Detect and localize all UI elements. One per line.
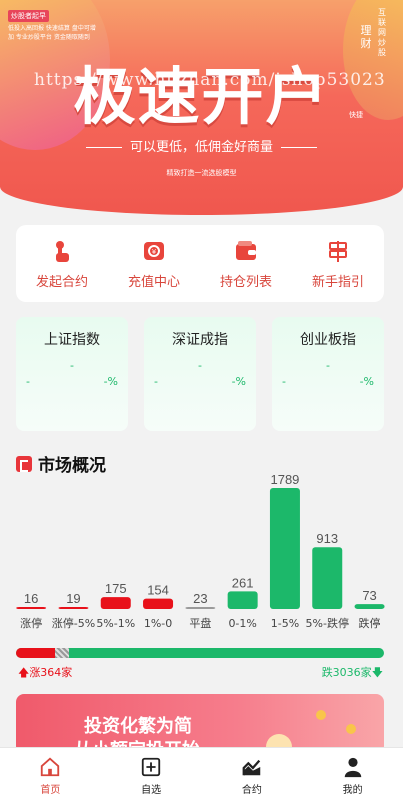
- category-label: 0-1%: [228, 617, 256, 630]
- chart-bar: [185, 607, 216, 609]
- index-change: -: [26, 375, 30, 388]
- hero-tag: 炒股者起早: [8, 10, 49, 22]
- nav-positions[interactable]: 持仓列表: [200, 225, 292, 302]
- index-name: 上证指数: [44, 332, 100, 348]
- nav-label: 新手指引: [311, 275, 364, 290]
- coin-decor: [316, 710, 326, 720]
- index-card-chinext[interactable]: 创业板指 - - -%: [272, 317, 384, 431]
- tab-label: 自选: [141, 785, 162, 796]
- tab-label: 我的: [342, 785, 363, 796]
- bar-value-label: 23: [193, 591, 207, 606]
- category-label: 涨停-5%: [52, 616, 95, 630]
- hero-vertical-text: 互联网炒股: [378, 8, 386, 57]
- index-name: 深证成指: [172, 332, 228, 348]
- chart-bar: [269, 488, 300, 609]
- nav-recharge[interactable]: ¥ 充值中心: [108, 225, 200, 302]
- watermark: https://www.huzhan.com/ishop53023: [34, 70, 386, 90]
- wallet-icon: [236, 241, 256, 260]
- hand-tap-icon: [56, 241, 69, 262]
- category-label: 5%-1%: [96, 617, 135, 630]
- index-change: -: [282, 375, 286, 388]
- index-name: 创业板指: [300, 332, 356, 348]
- bar-value-label: 16: [24, 591, 38, 606]
- bottom-tab-bar: 首页 自选 合约 我的: [0, 747, 403, 807]
- index-card-shanghai[interactable]: 上证指数 - - -%: [16, 317, 128, 431]
- index-cards: 上证指数 - - -% 深证成指 - - -% 创业板指 - - -%: [16, 317, 384, 431]
- tab-home[interactable]: 首页: [0, 748, 101, 807]
- banner-line1: 投资化繁为简: [84, 716, 192, 737]
- home-icon: [41, 757, 60, 777]
- tab-mine[interactable]: 我的: [302, 748, 403, 807]
- svg-text:¥: ¥: [152, 248, 157, 256]
- index-value: -: [326, 359, 330, 372]
- user-icon: [344, 757, 361, 778]
- signpost-icon: [329, 241, 347, 262]
- index-card-shenzhen[interactable]: 深证成指 - - -%: [144, 317, 256, 431]
- index-percent: -%: [103, 375, 118, 388]
- nav-guide[interactable]: 新手指引: [292, 225, 384, 302]
- chart-bar: [312, 547, 343, 609]
- arrow-down-icon: 🡇: [371, 666, 383, 679]
- hero-vertical-text: 快捷: [349, 111, 363, 119]
- chart-bar: [58, 607, 89, 609]
- category-label: 5%-跌停: [306, 616, 349, 630]
- category-label: 1-5%: [271, 617, 299, 630]
- rise-segment: [16, 648, 55, 658]
- bar-value-label: 913: [316, 531, 338, 546]
- chart-bar: [16, 607, 47, 609]
- category-label: 涨停: [20, 616, 42, 630]
- index-value: -: [70, 359, 74, 372]
- chart-bar: [100, 597, 131, 609]
- hero-subtitle: 可以更低，低佣金好商量: [0, 136, 403, 155]
- add-square-icon: [141, 757, 161, 777]
- bar-value-label: 19: [66, 591, 80, 606]
- tab-contract[interactable]: 合约: [202, 748, 303, 807]
- bar-value-label: 175: [105, 581, 127, 596]
- chart-bar: [227, 591, 258, 609]
- hero-small-text: 低投入高回报 快速结算 盘中可增加 专业炒股平台 资金随取随到: [8, 25, 96, 41]
- trend-chart-icon: [242, 759, 261, 776]
- hero-banner: 炒股者起早 低投入高回报 快速结算 盘中可增加 专业炒股平台 资金随取随到 极速…: [0, 0, 403, 215]
- tab-watchlist[interactable]: 自选: [101, 748, 202, 807]
- chart-bar: [354, 604, 385, 609]
- nav-label: 持仓列表: [219, 275, 272, 290]
- bar-value-label: 1789: [270, 472, 299, 487]
- coin-decor: [346, 724, 356, 734]
- fall-count: 跌3036家🡇: [321, 666, 383, 679]
- promo-banner[interactable]: 投资化繁为简 从小额定投开始: [16, 694, 384, 754]
- rise-count: 🡅涨364家: [18, 666, 73, 679]
- nav-label: 充值中心: [127, 275, 180, 290]
- tab-label: 首页: [40, 785, 61, 796]
- tab-label: 合约: [241, 785, 262, 796]
- rise-fall-ratio-bar: [16, 648, 384, 658]
- neutral-segment: [55, 648, 69, 658]
- recharge-icon: ¥: [144, 242, 164, 260]
- hero-vertical-text: 理财: [360, 24, 372, 50]
- bar-value-label: 73: [362, 588, 376, 603]
- nav-label: 发起合约: [35, 275, 88, 290]
- hero-title: 极速开户: [73, 60, 330, 133]
- index-percent: -%: [359, 375, 374, 388]
- market-distribution-chart: 16 涨停 19 涨停-5% 175 5%-1% 154 1%-0 23 平盘 261 0-1% 178…: [16, 472, 385, 630]
- quick-nav: 发起合约 ¥ 充值中心 持仓列表 新手指引: [16, 225, 384, 302]
- category-label: 1%-0: [144, 617, 172, 630]
- arrow-up-icon: 🡅: [18, 666, 30, 679]
- index-percent: -%: [231, 375, 246, 388]
- chart-bar: [143, 598, 174, 609]
- index-change: -: [154, 375, 158, 388]
- category-label: 跌停: [359, 616, 381, 630]
- bar-value-label: 261: [232, 575, 254, 590]
- bar-value-label: 154: [147, 583, 169, 598]
- index-value: -: [198, 359, 202, 372]
- hero-tagline: 精致打造一流选股模型: [166, 169, 237, 177]
- category-label: 平盘: [189, 616, 211, 630]
- nav-start-contract[interactable]: 发起合约: [16, 225, 108, 302]
